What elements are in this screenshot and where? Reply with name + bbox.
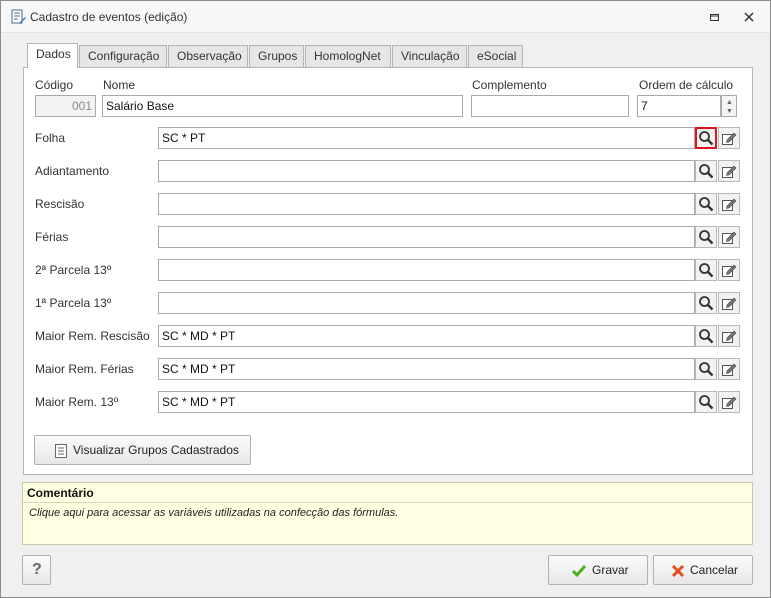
formula-row-label: Férias (35, 230, 69, 244)
formula-row-label: Folha (35, 131, 66, 145)
formula-row-label: 2ª Parcela 13º (35, 263, 112, 277)
help-icon: ? (32, 561, 42, 578)
edit-pencil-icon[interactable] (718, 259, 740, 281)
nome-label: Nome (103, 78, 136, 92)
edit-pencil-icon[interactable] (718, 292, 740, 314)
magnifier-icon[interactable] (695, 391, 717, 413)
magnifier-icon[interactable] (695, 292, 717, 314)
magnifier-icon[interactable] (695, 259, 717, 281)
nome-field[interactable]: Salário Base (102, 95, 463, 117)
formula-input[interactable]: SC * PT (158, 127, 695, 149)
tab-observacao[interactable]: Observação (168, 45, 248, 67)
tab-grupos[interactable]: Grupos (249, 45, 304, 67)
formula-row-label: Maior Rem. 13º (35, 395, 119, 409)
dados-panel: Código 001 Nome Salário Base Complemento… (23, 67, 753, 475)
comment-box[interactable]: Comentário Clique aqui para acessar as v… (22, 482, 753, 545)
codigo-field: 001 (35, 95, 96, 117)
visualizar-grupos-label: Visualizar Grupos Cadastrados (73, 443, 239, 457)
ordem-calculo-spinner[interactable]: ▲ ▼ (721, 95, 737, 117)
edit-pencil-icon[interactable] (718, 226, 740, 248)
magnifier-icon[interactable] (695, 226, 717, 248)
comment-text[interactable]: Clique aqui para acessar as variáveis ut… (29, 507, 398, 519)
formula-input[interactable] (158, 193, 695, 215)
formula-input[interactable]: SC * MD * PT (158, 358, 695, 380)
tab-esocial[interactable]: eSocial (468, 45, 523, 67)
tab-dados[interactable]: Dados (27, 43, 78, 68)
title-bar: Cadastro de eventos (edição) (1, 1, 770, 33)
formula-input[interactable] (158, 292, 695, 314)
edit-pencil-icon[interactable] (718, 127, 740, 149)
restore-icon[interactable] (708, 10, 722, 24)
formula-input[interactable] (158, 226, 695, 248)
magnifier-icon[interactable] (695, 160, 717, 182)
list-icon (55, 444, 67, 458)
magnifier-icon[interactable] (695, 127, 717, 149)
magnifier-icon[interactable] (695, 193, 717, 215)
edit-pencil-icon[interactable] (718, 160, 740, 182)
edit-pencil-icon[interactable] (718, 193, 740, 215)
formula-input[interactable]: SC * MD * PT (158, 325, 695, 347)
magnifier-icon[interactable] (695, 325, 717, 347)
ordem-calculo-label: Ordem de cálculo (639, 78, 734, 92)
tab-homolognet[interactable]: HomologNet (305, 45, 391, 67)
edit-pencil-icon[interactable] (718, 391, 740, 413)
form-edit-icon (11, 9, 26, 24)
ordem-calculo-field[interactable]: 7 (637, 95, 721, 117)
formula-input[interactable]: SC * MD * PT (158, 391, 695, 413)
window-title: Cadastro de eventos (edição) (30, 10, 188, 24)
cancel-x-icon (671, 564, 685, 578)
cancelar-label: Cancelar (690, 563, 739, 577)
codigo-label: Código (35, 78, 74, 92)
formula-row-label: Adiantamento (35, 164, 110, 178)
complemento-field[interactable] (471, 95, 629, 117)
formula-input[interactable] (158, 160, 695, 182)
comment-divider (23, 502, 752, 503)
formula-row-label: Maior Rem. Rescisão (35, 329, 150, 343)
formula-row-label: 1ª Parcela 13º (35, 296, 112, 310)
edit-pencil-icon[interactable] (718, 358, 740, 380)
formula-input[interactable] (158, 259, 695, 281)
gravar-label: Gravar (592, 563, 629, 577)
formula-row-label: Maior Rem. Férias (35, 362, 134, 376)
tab-vinculacao[interactable]: Vinculação (392, 45, 467, 67)
complemento-label: Complemento (472, 78, 547, 92)
checkmark-icon (571, 565, 587, 578)
spin-down-icon[interactable]: ▼ (726, 108, 733, 115)
comment-title: Comentário (27, 486, 94, 500)
edit-pencil-icon[interactable] (718, 325, 740, 347)
event-edit-dialog: Cadastro de eventos (edição) Dados Confi… (0, 0, 771, 598)
spin-up-icon[interactable]: ▲ (726, 99, 733, 106)
tab-configuracao[interactable]: Configuração (79, 45, 167, 67)
cancelar-button[interactable]: Cancelar (653, 555, 753, 585)
close-icon[interactable] (742, 10, 756, 24)
gravar-button[interactable]: Gravar (548, 555, 648, 585)
magnifier-icon[interactable] (695, 358, 717, 380)
help-button[interactable]: ? (22, 555, 51, 585)
formula-row-label: Rescisão (35, 197, 85, 211)
visualizar-grupos-button[interactable]: Visualizar Grupos Cadastrados (34, 435, 251, 465)
